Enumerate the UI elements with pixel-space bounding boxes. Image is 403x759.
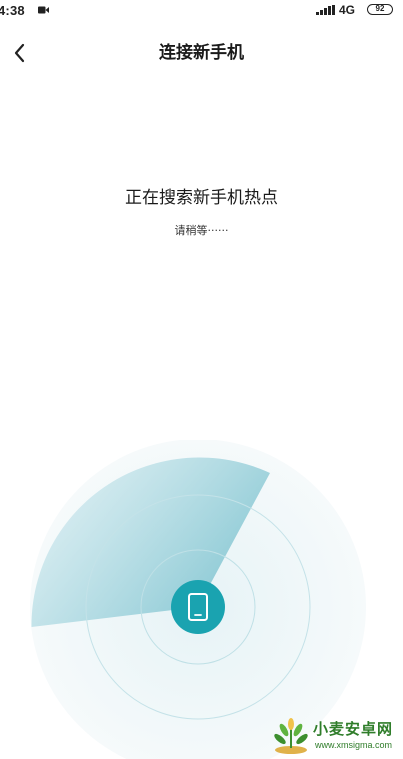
- wheat-logo-icon: [274, 718, 308, 754]
- chevron-left-icon: [14, 43, 25, 63]
- search-heading: 正在搜索新手机热点: [125, 188, 278, 208]
- status-bar: 4:38 4G 92: [0, 0, 403, 22]
- radar-center: [171, 580, 225, 634]
- network-type: 4G: [339, 3, 356, 17]
- page-title: 连接新手机: [159, 43, 244, 63]
- watermark-name: 小麦安卓网: [313, 720, 394, 738]
- watermark-url: www.xmsigma.com: [315, 740, 393, 750]
- radar-scanner: [30, 440, 366, 759]
- watermark: 小麦安卓网 www.xmsigma.com: [271, 716, 401, 756]
- signal-icon: [316, 5, 335, 15]
- search-subtext: 请稍等······: [174, 224, 229, 237]
- status-time: 4:38: [0, 3, 25, 18]
- back-button[interactable]: [8, 40, 34, 66]
- video-camera-icon: [38, 6, 49, 14]
- battery-indicator: 92: [367, 4, 393, 15]
